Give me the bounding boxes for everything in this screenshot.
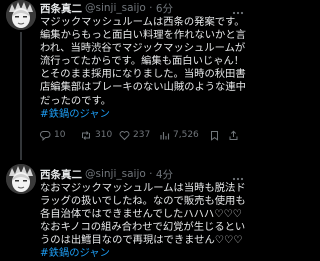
retweet-icon xyxy=(82,130,90,140)
tweet-text-line: 各自治体ではできませんでしたハハハ♡♡♡ xyxy=(40,208,242,221)
more-options-icon[interactable] xyxy=(232,3,244,15)
author-handle[interactable]: @sinji_saijo xyxy=(85,2,146,14)
avatar[interactable] xyxy=(6,0,36,30)
like-count: 237 xyxy=(133,130,151,140)
share-button[interactable] xyxy=(228,127,242,143)
like-button[interactable]: 237 xyxy=(119,127,150,143)
tweet-text-line: 編集からもっと面白い料理を作れないかと言 xyxy=(40,29,246,42)
separator-dot: · xyxy=(145,2,156,14)
views-button[interactable]: 7,526 xyxy=(159,127,199,143)
hashtag-link[interactable]: #鉄鍋のジャン xyxy=(40,247,245,260)
tweet-header: 西条真二 @sinji_saijo · 6分 xyxy=(40,0,173,16)
tweet-text-line: だったのです。 xyxy=(40,94,112,107)
avatar[interactable] xyxy=(6,164,36,194)
tweet-text-line: なおキノコの組み合わせで幻覚が生じるとい xyxy=(40,221,246,234)
views-icon xyxy=(160,131,170,139)
separator-dot: · xyxy=(145,168,156,180)
hashtag-link[interactable]: #鉄鍋のジャン xyxy=(40,108,245,121)
tweet-timestamp[interactable]: 6分 xyxy=(156,1,173,16)
tweet-text-line: なおマジックマッシュルームは当時も脱法ド xyxy=(40,182,246,194)
tweet[interactable]: 西条真二 @sinji_saijo · 6分 マジックマッシュルームは西条の発案… xyxy=(0,0,247,160)
tweet-text-line: マジックマッシュルームは西条の発案です。 xyxy=(40,16,245,28)
tweet-text-line: 流行ってたからです。編集も面白いじゃん！ xyxy=(40,55,245,68)
thread-connector xyxy=(20,32,22,160)
author-handle[interactable]: @sinji_saijo xyxy=(85,168,146,180)
share-icon xyxy=(229,130,238,140)
author-name[interactable]: 西条真二 xyxy=(40,167,82,182)
heart-icon xyxy=(119,130,130,140)
tweet-timestamp[interactable]: 4分 xyxy=(156,167,173,182)
tweet-text-line: とそのまま採用になりました。当時の秋田書 xyxy=(40,68,246,81)
tweet-text: なおマジックマッシュルームは当時も脱法ド ラッグの扱いでしたね。なので販売も使用… xyxy=(40,182,246,261)
tweet-actions: 10 310 237 7,526 xyxy=(40,127,245,143)
reply-button[interactable]: 10 xyxy=(40,127,65,143)
reply-count: 10 xyxy=(54,130,66,140)
more-options-icon[interactable] xyxy=(232,169,244,181)
retweet-button[interactable]: 310 xyxy=(80,127,112,143)
tweet-text: マジックマッシュルームは西条の発案です。 編集からもっと面白い料理を作れないかと… xyxy=(40,16,246,121)
bookmark-button[interactable] xyxy=(209,127,223,143)
retweet-count: 310 xyxy=(95,130,113,140)
tweet-text-line: 店編集部はブレーキのない山賊のような連中 xyxy=(40,81,246,94)
reply-icon xyxy=(40,130,51,141)
author-name[interactable]: 西条真二 xyxy=(40,1,82,16)
tweet-text-line: われ、当時渋谷でマジックマッシュルームが xyxy=(40,42,246,55)
tweet-text-line: うのは出鱈目なので再現はできません♡♡♡ xyxy=(40,234,243,247)
bookmark-icon xyxy=(211,130,218,141)
tweet[interactable]: 西条真二 @sinji_saijo · 4分 なおマジックマッシュルームは当時も… xyxy=(0,156,247,259)
tweet-text-line: ラッグの扱いでしたね。なので販売も使用も xyxy=(40,195,246,208)
tweet-header: 西条真二 @sinji_saijo · 4分 xyxy=(40,166,173,182)
view-count: 7,526 xyxy=(173,130,199,140)
